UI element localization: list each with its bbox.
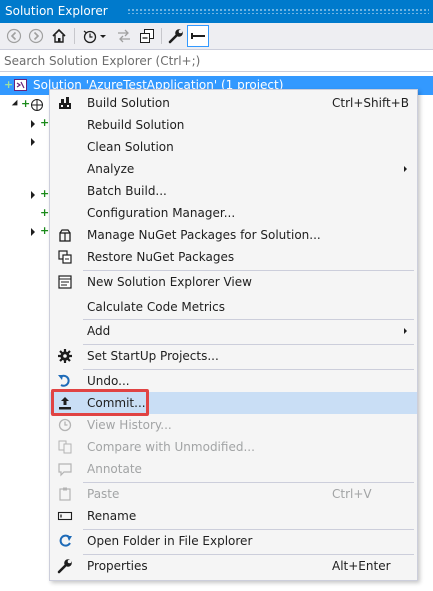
wrench-icon [57, 558, 73, 574]
collapsed-arrow-icon[interactable] [31, 120, 35, 128]
preview-selected-items-button[interactable] [187, 25, 209, 47]
solution-explorer-toolbar [0, 23, 433, 49]
solution-icon [14, 79, 27, 91]
pending-changes-filter-icon [83, 30, 106, 44]
pending-changes-filter-button[interactable] [80, 25, 110, 47]
gear-icon [57, 348, 73, 364]
submenu-arrow-icon [404, 166, 407, 172]
home-icon [52, 28, 66, 43]
collapsed-arrow-icon[interactable] [31, 228, 35, 236]
toolbar-separator [74, 28, 75, 44]
title-bar-grip[interactable] [127, 8, 429, 14]
back-button[interactable] [4, 25, 24, 47]
compare-icon [57, 439, 73, 455]
home-button[interactable] [48, 25, 70, 47]
collapsed-arrow-icon[interactable] [31, 191, 35, 199]
pending-add-icon: + [40, 116, 50, 129]
tool-window-title: Solution Explorer [5, 4, 108, 18]
pending-add-icon: + [4, 78, 14, 91]
menu-item-analyze[interactable]: Analyze [50, 158, 417, 180]
menu-item-open-folder[interactable]: Open Folder in File Explorer [50, 530, 417, 552]
commit-highlight-annotation [51, 389, 149, 416]
menu-item-configuration-manager[interactable]: Configuration Manager... [50, 202, 417, 224]
paste-icon [57, 486, 73, 502]
build-icon [57, 95, 73, 111]
forward-button[interactable] [26, 25, 46, 47]
toolbar-separator [161, 28, 162, 44]
menu-item-clean-solution[interactable]: Clean Solution [50, 136, 417, 158]
search-input[interactable] [4, 52, 424, 69]
forward-icon [28, 28, 44, 44]
pending-add-icon: + [40, 206, 50, 219]
menu-item-restore-nuget[interactable]: Restore NuGet Packages [50, 246, 417, 268]
collapsed-arrow-icon[interactable] [31, 138, 35, 146]
menu-item-view-history[interactable]: View History... [50, 414, 417, 436]
menu-item-rebuild-solution[interactable]: Rebuild Solution [50, 114, 417, 136]
menu-item-properties[interactable]: Properties Alt+Enter [50, 555, 417, 577]
menu-item-compare-with-unmodified[interactable]: Compare with Unmodified... [50, 436, 417, 458]
sync-with-active-document-button[interactable] [114, 25, 134, 47]
menu-item-annotate[interactable]: Annotate [50, 458, 417, 480]
menu-item-paste[interactable]: Paste Ctrl+V [50, 483, 417, 505]
menu-item-batch-build[interactable]: Batch Build... [50, 180, 417, 202]
menu-item-new-solution-explorer-view[interactable]: New Solution Explorer View [50, 271, 417, 293]
open-folder-icon [57, 533, 73, 549]
pending-add-icon: + [40, 224, 50, 237]
new-view-icon [57, 274, 73, 290]
pending-add-icon: + [40, 187, 50, 200]
solution-context-menu: Build Solution Ctrl+Shift+B Rebuild Solu… [49, 89, 418, 581]
search-box [0, 49, 433, 72]
history-icon [57, 417, 73, 433]
menu-item-rename[interactable]: Rename [50, 505, 417, 527]
restore-packages-icon [57, 249, 73, 265]
collapse-all-button[interactable] [137, 25, 157, 47]
menu-item-calculate-code-metrics[interactable]: Calculate Code Metrics [50, 296, 417, 318]
menu-item-build-solution[interactable]: Build Solution Ctrl+Shift+B [50, 92, 417, 114]
back-icon [6, 28, 22, 44]
expanded-arrow-icon[interactable] [11, 99, 21, 109]
properties-button[interactable] [166, 25, 186, 47]
undo-icon [57, 373, 73, 389]
submenu-arrow-icon [404, 328, 407, 334]
sync-icon [118, 29, 130, 43]
properties-wrench-icon [168, 29, 183, 44]
nuget-icon [57, 227, 73, 243]
annotate-icon [57, 461, 73, 477]
cloud-project-icon [31, 99, 43, 111]
menu-item-add[interactable]: Add [50, 320, 417, 342]
collapse-all-icon [140, 29, 154, 43]
tool-window-title-bar[interactable]: Solution Explorer [0, 0, 433, 23]
menu-item-manage-nuget[interactable]: Manage NuGet Packages for Solution... [50, 224, 417, 246]
menu-item-set-startup-projects[interactable]: Set StartUp Projects... [50, 345, 417, 367]
preview-selected-icon [191, 33, 205, 39]
pending-add-icon: + [21, 97, 31, 110]
rename-icon [57, 508, 73, 524]
